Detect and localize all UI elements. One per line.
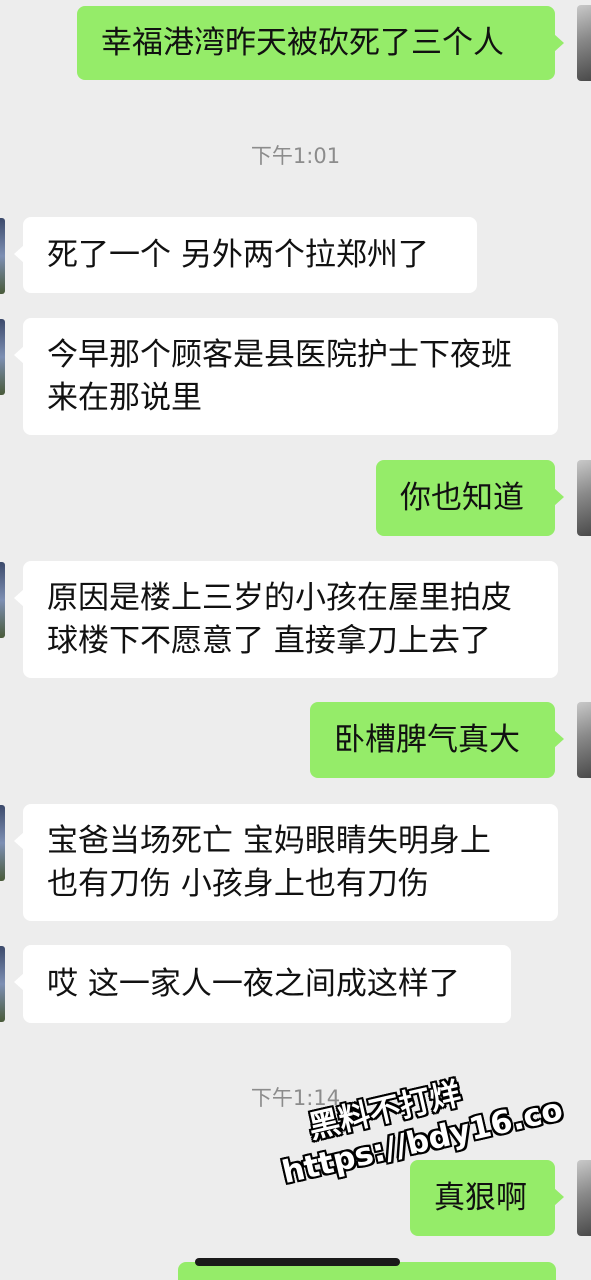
my-avatar[interactable] <box>577 1160 591 1236</box>
incoming-message[interactable]: 哎 这一家人一夜之间成这样了 <box>14 945 511 1023</box>
home-indicator[interactable] <box>195 1258 400 1266</box>
outgoing-message[interactable]: 真狠啊 <box>410 1160 564 1236</box>
message-text: 原因是楼上三岁的小孩在屋里拍皮 球楼下不愿意了 直接拿刀上去了 <box>47 577 512 663</box>
message-timestamp: 下午1:01 <box>250 144 341 168</box>
my-avatar[interactable] <box>577 702 591 778</box>
contact-avatar[interactable] <box>0 946 5 1022</box>
message-line: 宝爸当场死亡 宝妈眼睛失明身上 <box>47 823 491 859</box>
outgoing-message[interactable]: 幸福港湾昨天被砍死了三个人 <box>77 6 564 80</box>
message-text: 哎 这一家人一夜之间成这样了 <box>47 965 460 1002</box>
incoming-message[interactable]: 宝爸当场死亡 宝妈眼睛失明身上 也有刀伤 小孩身上也有刀伤 <box>14 804 558 921</box>
contact-avatar[interactable] <box>0 562 5 638</box>
message-text: 真狠啊 <box>434 1179 527 1216</box>
incoming-message[interactable]: 死了一个 另外两个拉郑州了 <box>14 217 477 293</box>
message-line: 原因是楼上三岁的小孩在屋里拍皮 <box>47 580 512 616</box>
contact-avatar[interactable] <box>0 319 5 395</box>
contact-avatar[interactable] <box>0 218 5 294</box>
message-line: 来在那说里 <box>47 380 202 416</box>
message-text: 死了一个 另外两个拉郑州了 <box>47 236 429 273</box>
outgoing-message[interactable]: 卧槽脾气真大 <box>310 702 564 778</box>
my-avatar[interactable] <box>577 5 591 81</box>
contact-avatar[interactable] <box>0 805 5 881</box>
message-text: 今早那个顾客是县医院护士下夜班 来在那说里 <box>47 334 512 420</box>
message-line: 也有刀伤 小孩身上也有刀伤 <box>47 866 429 902</box>
message-text: 幸福港湾昨天被砍死了三个人 <box>101 24 504 61</box>
message-text: 宝爸当场死亡 宝妈眼睛失明身上 也有刀伤 小孩身上也有刀伤 <box>47 820 491 906</box>
my-avatar[interactable] <box>577 460 591 536</box>
message-text: 你也知道 <box>400 479 524 516</box>
message-line: 球楼下不愿意了 直接拿刀上去了 <box>47 623 491 659</box>
message-text: 卧槽脾气真大 <box>334 721 520 758</box>
message-timestamp: 下午1:14 <box>250 1086 341 1110</box>
incoming-message[interactable]: 原因是楼上三岁的小孩在屋里拍皮 球楼下不愿意了 直接拿刀上去了 <box>14 561 558 678</box>
outgoing-message[interactable]: 你也知道 <box>376 460 564 536</box>
incoming-message[interactable]: 今早那个顾客是县医院护士下夜班 来在那说里 <box>14 318 558 435</box>
message-line: 今早那个顾客是县医院护士下夜班 <box>47 337 512 373</box>
